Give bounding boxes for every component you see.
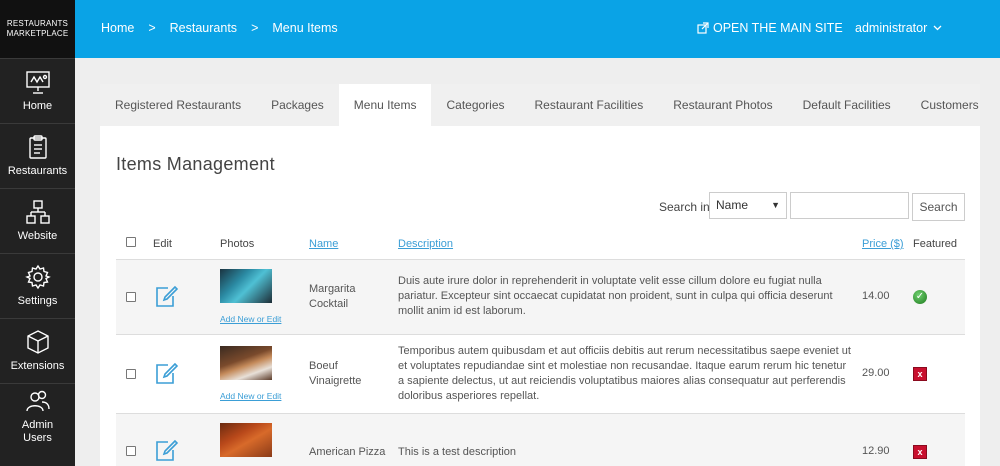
row-checkbox[interactable] [126,292,136,302]
sitemap-icon [25,200,50,224]
table-row: Add New or Edit Boeuf Vinaigrette Tempor… [116,335,965,414]
tab-bar: Registered Restaurants Packages Menu Ite… [100,84,980,126]
chevron-down-icon [933,25,942,31]
item-name: Margarita Cocktail [309,283,356,310]
table-header: Edit Photos Name Description Price ($) F… [116,232,965,260]
sidebar-item-label: Restaurants [7,165,68,177]
breadcrumb-menu-items: Menu Items [272,21,338,35]
sidebar-item-label-line1: Admin [21,418,54,431]
item-photo [220,423,272,457]
search-button[interactable]: Search [912,193,965,221]
row-checkbox[interactable] [126,446,136,456]
sidebar-item-restaurants[interactable]: Restaurants [0,123,75,188]
sidebar-item-label: Website [17,230,58,242]
item-price: 29.00 [862,367,890,379]
item-description: This is a test description [398,446,516,458]
add-photo-link[interactable]: Add New or Edit [220,391,281,401]
sidebar-item-extensions[interactable]: Extensions [0,318,75,383]
sidebar-item-label: Extensions [10,360,65,372]
gear-icon [24,264,51,290]
page-title: Items Management [116,154,275,174]
user-name: administrator [855,21,928,35]
tab-restaurant-photos[interactable]: Restaurant Photos [658,84,787,126]
edit-icon[interactable] [154,362,178,386]
featured-yes-icon[interactable]: ✓ [913,290,927,304]
breadcrumb-home[interactable]: Home [101,21,134,35]
tab-restaurant-facilities[interactable]: Restaurant Facilities [520,84,659,126]
breadcrumb-separator: > [251,21,259,35]
users-icon [25,390,50,411]
select-all-checkbox[interactable] [126,237,136,247]
tab-default-facilities[interactable]: Default Facilities [788,84,906,126]
item-description: Temporibus autem quibusdam et aut offici… [398,345,851,402]
search-label: Search in: [659,200,714,214]
sidebar: RESTAURANTS MARKETPLACE Home Restaurants… [0,0,75,466]
item-description: Duis aute irure dolor in reprehenderit i… [398,275,833,317]
search-field-value: Name [716,198,749,212]
sidebar-item-label: Home [22,100,53,112]
search-bar: Search in: Name ▼ Search [100,192,980,222]
presentation-icon [25,71,50,94]
item-photo [220,346,272,380]
item-price: 12.90 [862,445,890,457]
header-photos: Photos [220,238,255,250]
edit-icon[interactable] [154,439,178,463]
header-price-sort[interactable]: Price ($) [862,238,904,250]
item-price: 14.00 [862,290,890,302]
table-row: American Pizza This is a test descriptio… [116,414,965,466]
sidebar-item-home[interactable]: Home [0,58,75,123]
row-checkbox[interactable] [126,369,136,379]
header-description-sort[interactable]: Description [398,238,453,250]
add-photo-link[interactable]: Add New or Edit [220,314,281,324]
item-photo [220,269,272,303]
open-main-site-label: OPEN THE MAIN SITE [713,21,843,35]
top-bar: Home > Restaurants > Menu Items OPEN THE… [75,0,1000,58]
clipboard-icon [28,135,47,159]
tab-menu-items[interactable]: Menu Items [338,84,432,126]
sidebar-item-website[interactable]: Website [0,188,75,253]
item-name: Boeuf Vinaigrette [309,360,362,387]
brand-logo[interactable]: RESTAURANTS MARKETPLACE [0,0,75,58]
search-field-select[interactable]: Name ▼ [709,192,787,219]
breadcrumb-separator: > [148,21,156,35]
chevron-down-icon: ▼ [771,200,780,210]
open-main-site-link[interactable]: OPEN THE MAIN SITE [697,21,843,35]
external-link-icon [697,22,709,34]
featured-no-icon[interactable]: x [913,367,927,381]
sidebar-item-admin-users[interactable]: Admin Users [0,383,75,448]
sidebar-item-label-line2: Users [23,431,52,444]
tab-categories[interactable]: Categories [431,84,519,126]
tab-packages[interactable]: Packages [256,84,339,126]
item-name: American Pizza [309,446,386,458]
breadcrumb: Home > Restaurants > Menu Items [101,21,338,35]
sidebar-item-settings[interactable]: Settings [0,253,75,318]
box-icon [26,330,49,354]
table-row: Add New or Edit Margarita Cocktail Duis … [116,260,965,335]
sidebar-item-label: Settings [17,295,58,307]
brand-line-1: RESTAURANTS [6,19,69,28]
header-name-sort[interactable]: Name [309,238,338,250]
header-edit: Edit [153,238,172,250]
edit-icon[interactable] [154,285,178,309]
user-menu[interactable]: administrator [855,21,942,35]
featured-no-icon[interactable]: x [913,445,927,459]
breadcrumb-restaurants[interactable]: Restaurants [170,21,237,35]
main-panel: Registered Restaurants Packages Menu Ite… [100,84,980,466]
tab-registered-restaurants[interactable]: Registered Restaurants [100,84,256,126]
tab-customers[interactable]: Customers [906,84,994,126]
brand-line-2: MARKETPLACE [6,29,69,38]
header-featured: Featured [913,238,958,250]
search-input[interactable] [790,192,909,219]
